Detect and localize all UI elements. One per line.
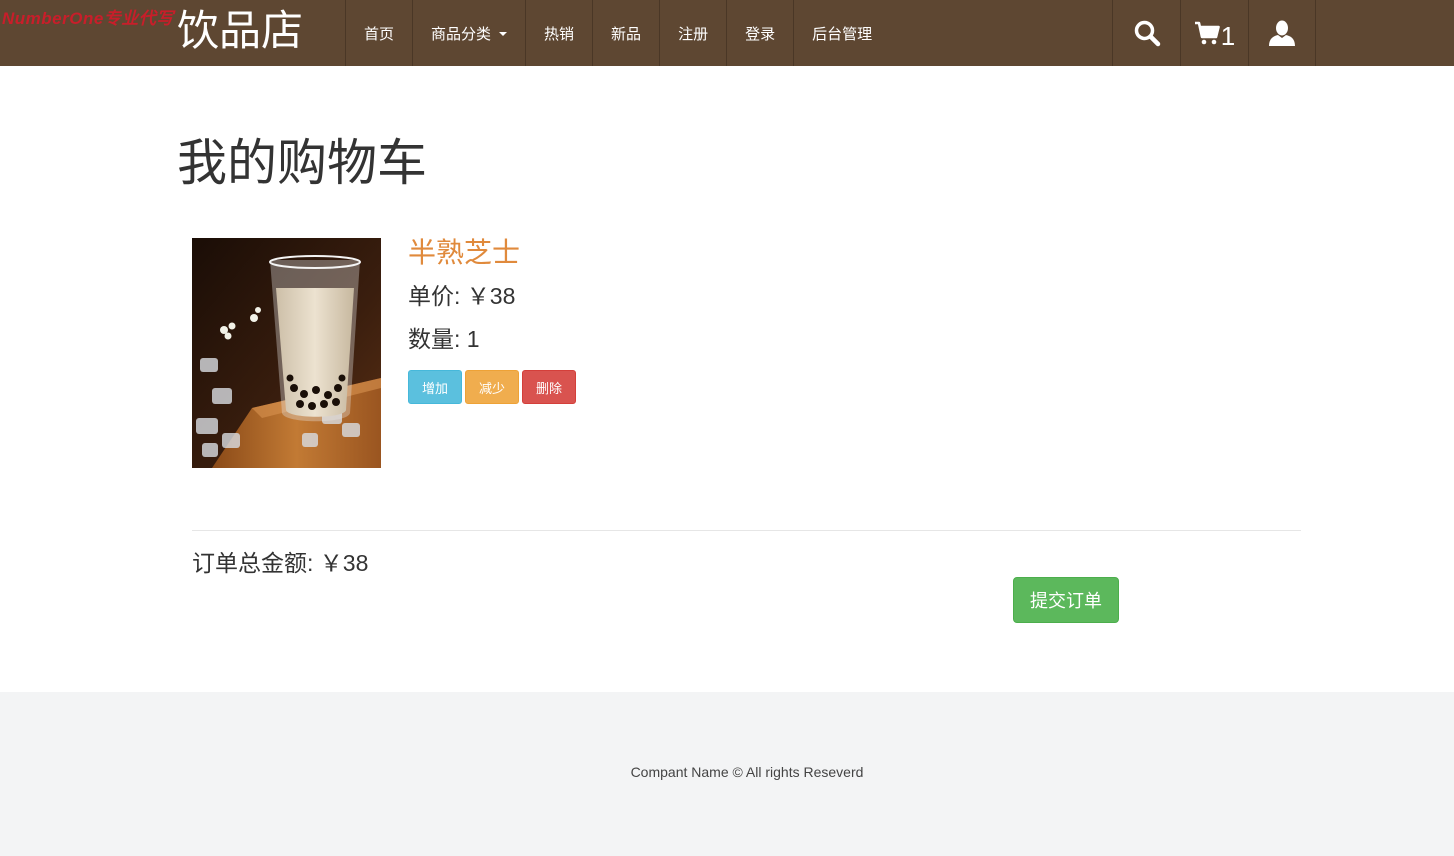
- main-nav: 首页 商品分类 热销 新品 注册 登录 后台管理: [345, 0, 890, 66]
- cart-count-badge: 1: [1220, 21, 1236, 51]
- nav-item-home[interactable]: 首页: [345, 0, 412, 66]
- order-total: 订单总金额: ￥38: [192, 550, 369, 576]
- nav-right-icons: 1: [1112, 0, 1316, 66]
- search-button[interactable]: [1112, 0, 1180, 66]
- cart-icon: [1194, 21, 1220, 45]
- nav-item-categories[interactable]: 商品分类: [412, 0, 525, 66]
- product-name[interactable]: 半熟芝士: [408, 235, 520, 271]
- quantity-label: 数量: 1: [408, 326, 480, 352]
- watermark-text: NumberOne专业代写: [2, 9, 174, 28]
- brand-logo[interactable]: 饮品店: [177, 4, 303, 58]
- cart-button[interactable]: 1: [1180, 0, 1248, 66]
- item-action-buttons: 增加 减少 删除: [408, 370, 576, 404]
- footer-copyright: Compant Name © All rights Reseverd: [630, 764, 864, 780]
- nav-item-label: 首页: [364, 25, 395, 43]
- search-icon: [1134, 20, 1160, 47]
- increase-button[interactable]: 增加: [408, 370, 462, 404]
- page-title: 我的购物车: [177, 135, 427, 191]
- nav-item-login[interactable]: 登录: [726, 0, 793, 66]
- unit-price: 单价: ￥38: [408, 283, 516, 309]
- nav-item-label: 注册: [678, 25, 709, 43]
- nav-item-new[interactable]: 新品: [592, 0, 659, 66]
- nav-item-register[interactable]: 注册: [659, 0, 726, 66]
- caret-down-icon: [499, 32, 508, 36]
- product-image[interactable]: [192, 238, 381, 468]
- nav-item-admin[interactable]: 后台管理: [793, 0, 890, 66]
- submit-order-button[interactable]: 提交订单: [1013, 577, 1119, 623]
- nav-item-label: 后台管理: [812, 25, 873, 43]
- decrease-button[interactable]: 减少: [465, 370, 519, 404]
- delete-button[interactable]: 删除: [522, 370, 576, 404]
- divider: [192, 530, 1301, 531]
- nav-item-label: 新品: [611, 25, 642, 43]
- nav-item-label: 热销: [544, 25, 575, 43]
- user-icon: [1269, 20, 1295, 46]
- nav-item-label: 登录: [745, 25, 776, 43]
- milk-tea-image: [192, 238, 381, 468]
- user-button[interactable]: [1248, 0, 1316, 66]
- nav-item-label: 商品分类: [431, 25, 492, 43]
- footer: Compant Name © All rights Reseverd: [0, 692, 1454, 856]
- top-navbar: NumberOne专业代写 饮品店 首页 商品分类 热销 新品 注册 登录 后台…: [0, 0, 1454, 66]
- nav-item-hot[interactable]: 热销: [525, 0, 592, 66]
